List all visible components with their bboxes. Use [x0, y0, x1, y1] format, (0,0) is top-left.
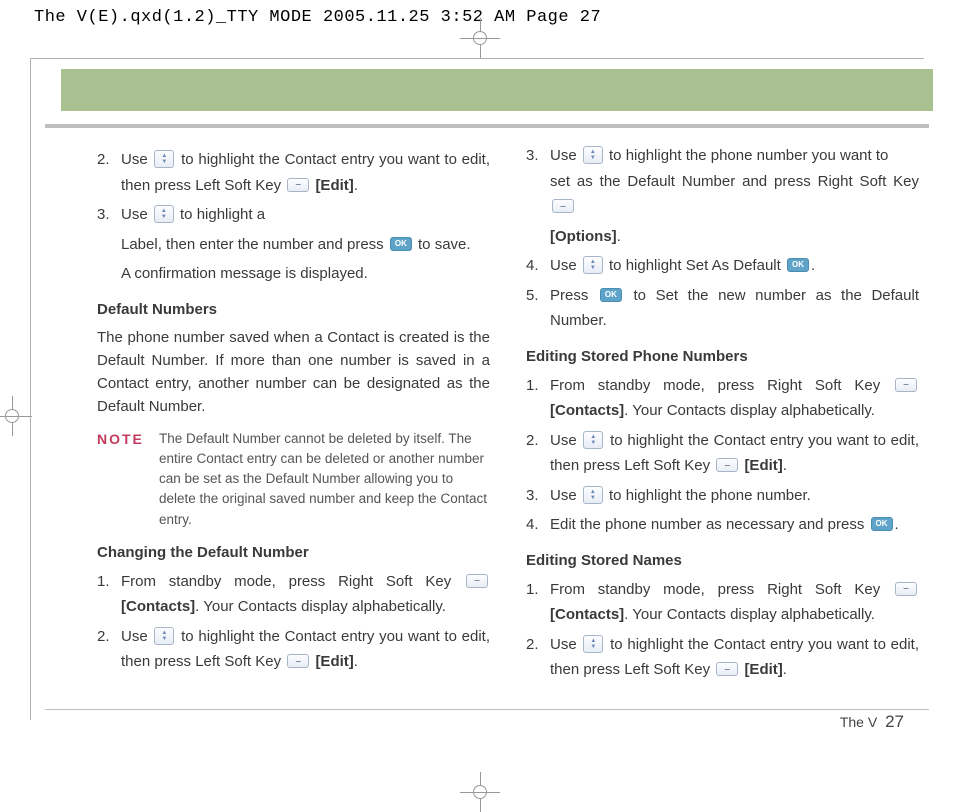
list-num: 2. [97, 624, 121, 675]
product-name: The V [840, 714, 877, 730]
divider-top [45, 124, 929, 128]
list-subtext: A confirmation message is displayed. [121, 261, 490, 287]
ok-key-icon: OK [787, 258, 809, 272]
list-num: 2. [526, 428, 550, 479]
heading-edit-phone: Editing Stored Phone Numbers [526, 348, 919, 365]
list-changing-default-cont: 4. Use to highlight Set As Default OK. 5… [526, 253, 919, 334]
continued-text: [Options]. [550, 224, 919, 250]
list-continued: 2. Use to highlight the Contact entry yo… [97, 147, 490, 228]
continued-text: set as the Default Number and press Righ… [550, 169, 919, 220]
list-edit-phone: 1. From standby mode, press Right Soft K… [526, 373, 919, 538]
list-num: 1. [97, 569, 121, 620]
list-text: Use to highlight the phone number. [550, 483, 919, 509]
list-subtext: Label, then enter the number and press O… [121, 232, 490, 258]
list-text: From standby mode, press Right Soft Key … [550, 373, 919, 424]
list-num: 4. [526, 512, 550, 538]
banner [61, 69, 933, 111]
list-text: Press OK to Set the new number as the De… [550, 283, 919, 334]
nav-key-icon [154, 627, 174, 645]
note-text: The Default Number cannot be deleted by … [159, 429, 490, 530]
list-text: Use to highlight the Contact entry you w… [121, 624, 490, 675]
body-content: 2. Use to highlight the Contact entry yo… [97, 143, 919, 703]
list-text: From standby mode, press Right Soft Key … [121, 569, 490, 620]
page-frame: 2. Use to highlight the Contact entry yo… [30, 58, 924, 720]
nav-key-icon [583, 256, 603, 274]
list-text: Use to highlight the phone number you wa… [550, 143, 919, 169]
list-num: 5. [526, 283, 550, 334]
soft-key-icon [895, 378, 917, 392]
soft-key-icon [552, 199, 574, 213]
ok-key-icon: OK [600, 288, 622, 302]
list-text: Use to highlight Set As Default OK. [550, 253, 919, 279]
list-text: Edit the phone number as necessary and p… [550, 512, 919, 538]
list-num: 3. [97, 202, 121, 228]
note-block: NOTE The Default Number cannot be delete… [97, 429, 490, 530]
list-num: 3. [526, 143, 550, 169]
nav-key-icon [583, 486, 603, 504]
list-num: 3. [526, 483, 550, 509]
page-number: 27 [885, 712, 904, 731]
note-label: NOTE [97, 429, 159, 447]
ok-key-icon: OK [390, 237, 412, 251]
list-num: 2. [526, 632, 550, 683]
soft-key-icon [466, 574, 488, 588]
heading-changing-default: Changing the Default Number [97, 544, 490, 561]
paragraph: The phone number saved when a Contact is… [97, 326, 490, 419]
soft-key-icon [716, 662, 738, 676]
soft-key-icon [895, 582, 917, 596]
list-num: 2. [97, 147, 121, 198]
list-text: From standby mode, press Right Soft Key … [550, 577, 919, 628]
soft-key-icon [287, 178, 309, 192]
soft-key-icon [287, 654, 309, 668]
print-header: The V(E).qxd(1.2)_TTY MODE 2005.11.25 3:… [34, 8, 601, 27]
list-text: Use to highlight the Contact entry you w… [121, 147, 490, 198]
divider-bottom [45, 709, 929, 710]
heading-default-numbers: Default Numbers [97, 301, 490, 318]
registration-mark-bottom [460, 772, 500, 812]
nav-key-icon [154, 150, 174, 168]
list-text: Use to highlight a [121, 202, 490, 228]
list-text: Use to highlight the Contact entry you w… [550, 428, 919, 479]
registration-mark-top [460, 18, 500, 58]
list-num: 1. [526, 373, 550, 424]
list-num: 1. [526, 577, 550, 628]
heading-edit-names: Editing Stored Names [526, 552, 919, 569]
list-text: Use to highlight the Contact entry you w… [550, 632, 919, 683]
page-footer: The V 27 [840, 712, 904, 732]
soft-key-icon [716, 458, 738, 472]
nav-key-icon [583, 635, 603, 653]
list-num: 4. [526, 253, 550, 279]
ok-key-icon: OK [871, 517, 893, 531]
nav-key-icon [154, 205, 174, 223]
registration-mark-left [0, 396, 32, 436]
nav-key-icon [583, 146, 603, 164]
nav-key-icon [583, 431, 603, 449]
